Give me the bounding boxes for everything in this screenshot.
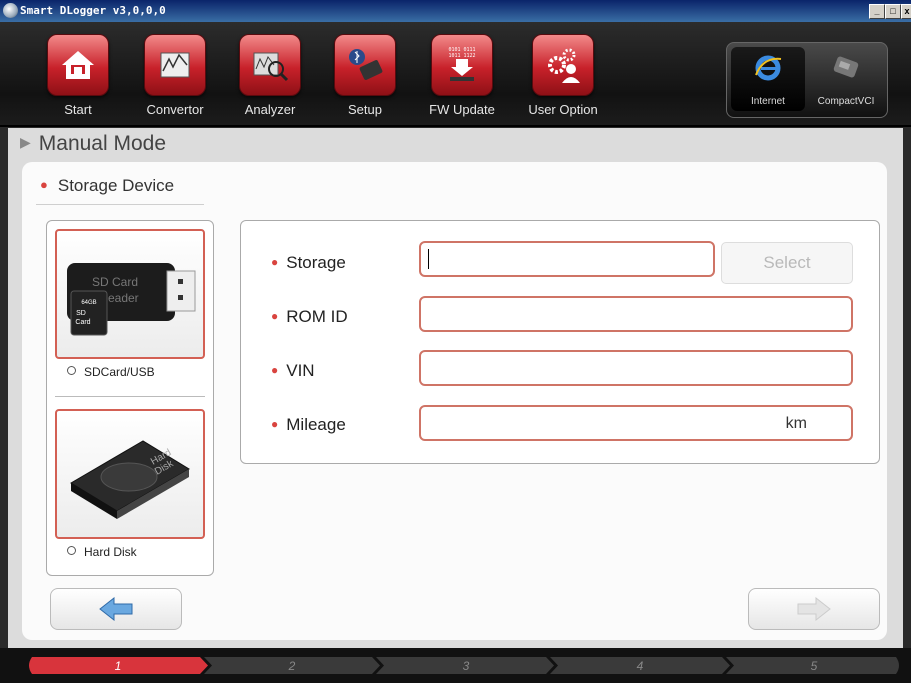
step-2: 2 — [288, 659, 296, 673]
toolbar-convertor-label: Convertor — [146, 102, 204, 117]
sdcard-usb-label: SDCard/USB — [84, 365, 155, 379]
hard-disk-icon: Hard Disk — [70, 440, 190, 519]
step-indicator: 1 2 3 4 5 — [0, 648, 911, 683]
internet-explorer-icon — [755, 55, 782, 81]
text-cursor — [428, 249, 429, 269]
left-arrow-icon — [99, 597, 133, 621]
section-divider — [36, 204, 204, 205]
section-title-text: Storage Device — [57, 176, 175, 195]
fw-icon-text-2: 1011 1122 — [448, 53, 475, 59]
maximize-button[interactable]: □ — [885, 4, 901, 19]
toolbar-fw-update-button[interactable]: 0101 0111 1011 1122 FW Update — [417, 30, 507, 120]
internet-label: Internet — [751, 96, 785, 107]
step-4: 4 — [636, 659, 644, 673]
app-icon — [3, 3, 18, 18]
bullet-icon: ● — [271, 309, 279, 323]
vin-label-text: VIN — [286, 361, 315, 380]
mileage-label-text: Mileage — [286, 415, 346, 434]
convertor-icon — [144, 34, 206, 96]
mode-title: Manual Mode — [38, 132, 167, 155]
window-titlebar: Smart DLogger v3,0,0,0 _ □ x — [0, 0, 911, 22]
toolbar-setup-label: Setup — [348, 102, 382, 117]
device-list: SD Card Reader 64GB SD Card SDCard/USB H… — [46, 220, 214, 576]
sd-card-reader-icon: SD Card Reader 64GB SD Card — [67, 263, 196, 336]
toolbar-convertor-button[interactable]: Convertor — [130, 30, 220, 120]
close-button[interactable]: x — [901, 4, 911, 19]
toolbar-start-button[interactable]: Start — [33, 30, 123, 120]
radio-icon — [67, 546, 76, 555]
device-divider — [55, 396, 205, 397]
bullet-icon: ● — [40, 177, 48, 192]
connection-panel: Internet CompactVCI — [726, 42, 888, 118]
main-toolbar: Start Convertor Analyzer Setup 0101 0111… — [0, 22, 911, 127]
radio-icon — [67, 366, 76, 375]
toolbar-start-label: Start — [64, 102, 92, 117]
toolbar-fw-update-label: FW Update — [429, 102, 495, 117]
mileage-input[interactable]: km — [419, 405, 853, 441]
content-area: ▶ Manual Mode ● Storage Device SD Card Rea… — [8, 128, 903, 648]
bullet-icon: ● — [271, 255, 279, 269]
toolbar-setup-button[interactable]: Setup — [320, 30, 410, 120]
rom-id-input[interactable] — [419, 296, 853, 332]
card-text-capacity: 64GB — [81, 300, 96, 306]
compactvci-icon — [833, 56, 859, 78]
sdcard-usb-card[interactable]: SD Card Reader 64GB SD Card — [55, 229, 205, 359]
storage-label: ● Storage — [271, 253, 346, 273]
page-title: ▶ Manual Mode — [20, 132, 166, 156]
home-icon — [47, 34, 109, 96]
next-button[interactable] — [748, 588, 880, 630]
fw-update-icon: 0101 0111 1011 1122 — [431, 34, 493, 96]
play-icon: ▶ — [20, 134, 31, 150]
toolbar-analyzer-label: Analyzer — [244, 102, 296, 117]
storage-input[interactable] — [419, 241, 715, 277]
user-option-icon — [532, 34, 594, 96]
hard-disk-label: Hard Disk — [84, 545, 137, 559]
storage-label-text: Storage — [286, 253, 346, 272]
step-1: 1 — [114, 659, 122, 673]
main-panel: ● Storage Device SD Card Reader 64GB SD C… — [22, 162, 887, 640]
window-title: Smart DLogger v3,0,0,0 — [20, 4, 166, 17]
toolbar-analyzer-button[interactable]: Analyzer — [225, 30, 315, 120]
internet-button[interactable]: Internet — [731, 47, 805, 111]
mileage-unit: km — [785, 415, 807, 432]
minimize-button[interactable]: _ — [869, 4, 885, 19]
section-title: ● Storage Device — [40, 176, 174, 196]
hard-disk-radio[interactable]: Hard Disk — [67, 545, 137, 559]
card-text-card: Card — [75, 319, 90, 326]
mileage-label: ● Mileage — [271, 415, 346, 435]
hard-disk-card[interactable]: Hard Disk — [55, 409, 205, 539]
step-3: 3 — [462, 659, 470, 673]
sdcard-usb-radio[interactable]: SDCard/USB — [67, 365, 155, 379]
toolbar-user-option-button[interactable]: User Option — [518, 30, 608, 120]
step-5: 5 — [810, 659, 818, 673]
vin-label: ● VIN — [271, 361, 315, 381]
vin-input[interactable] — [419, 350, 853, 386]
analyzer-icon — [239, 34, 301, 96]
select-button[interactable]: Select — [721, 242, 853, 284]
card-text-sd: SD — [76, 310, 86, 317]
bullet-icon: ● — [271, 417, 279, 431]
bullet-icon: ● — [271, 363, 279, 377]
setup-icon — [334, 34, 396, 96]
rom-id-label: ● ROM ID — [271, 307, 348, 327]
rom-id-label-text: ROM ID — [286, 307, 348, 326]
back-button[interactable] — [50, 588, 182, 630]
compactvci-label: CompactVCI — [817, 96, 875, 107]
storage-form: ● Storage Select ● ROM ID ● VIN ● Mileage km — [240, 220, 880, 464]
card-text-sd-card: SD Card — [92, 275, 138, 289]
right-arrow-icon — [797, 597, 831, 621]
toolbar-user-option-label: User Option — [528, 102, 598, 117]
compactvci-button[interactable]: CompactVCI — [809, 47, 883, 111]
